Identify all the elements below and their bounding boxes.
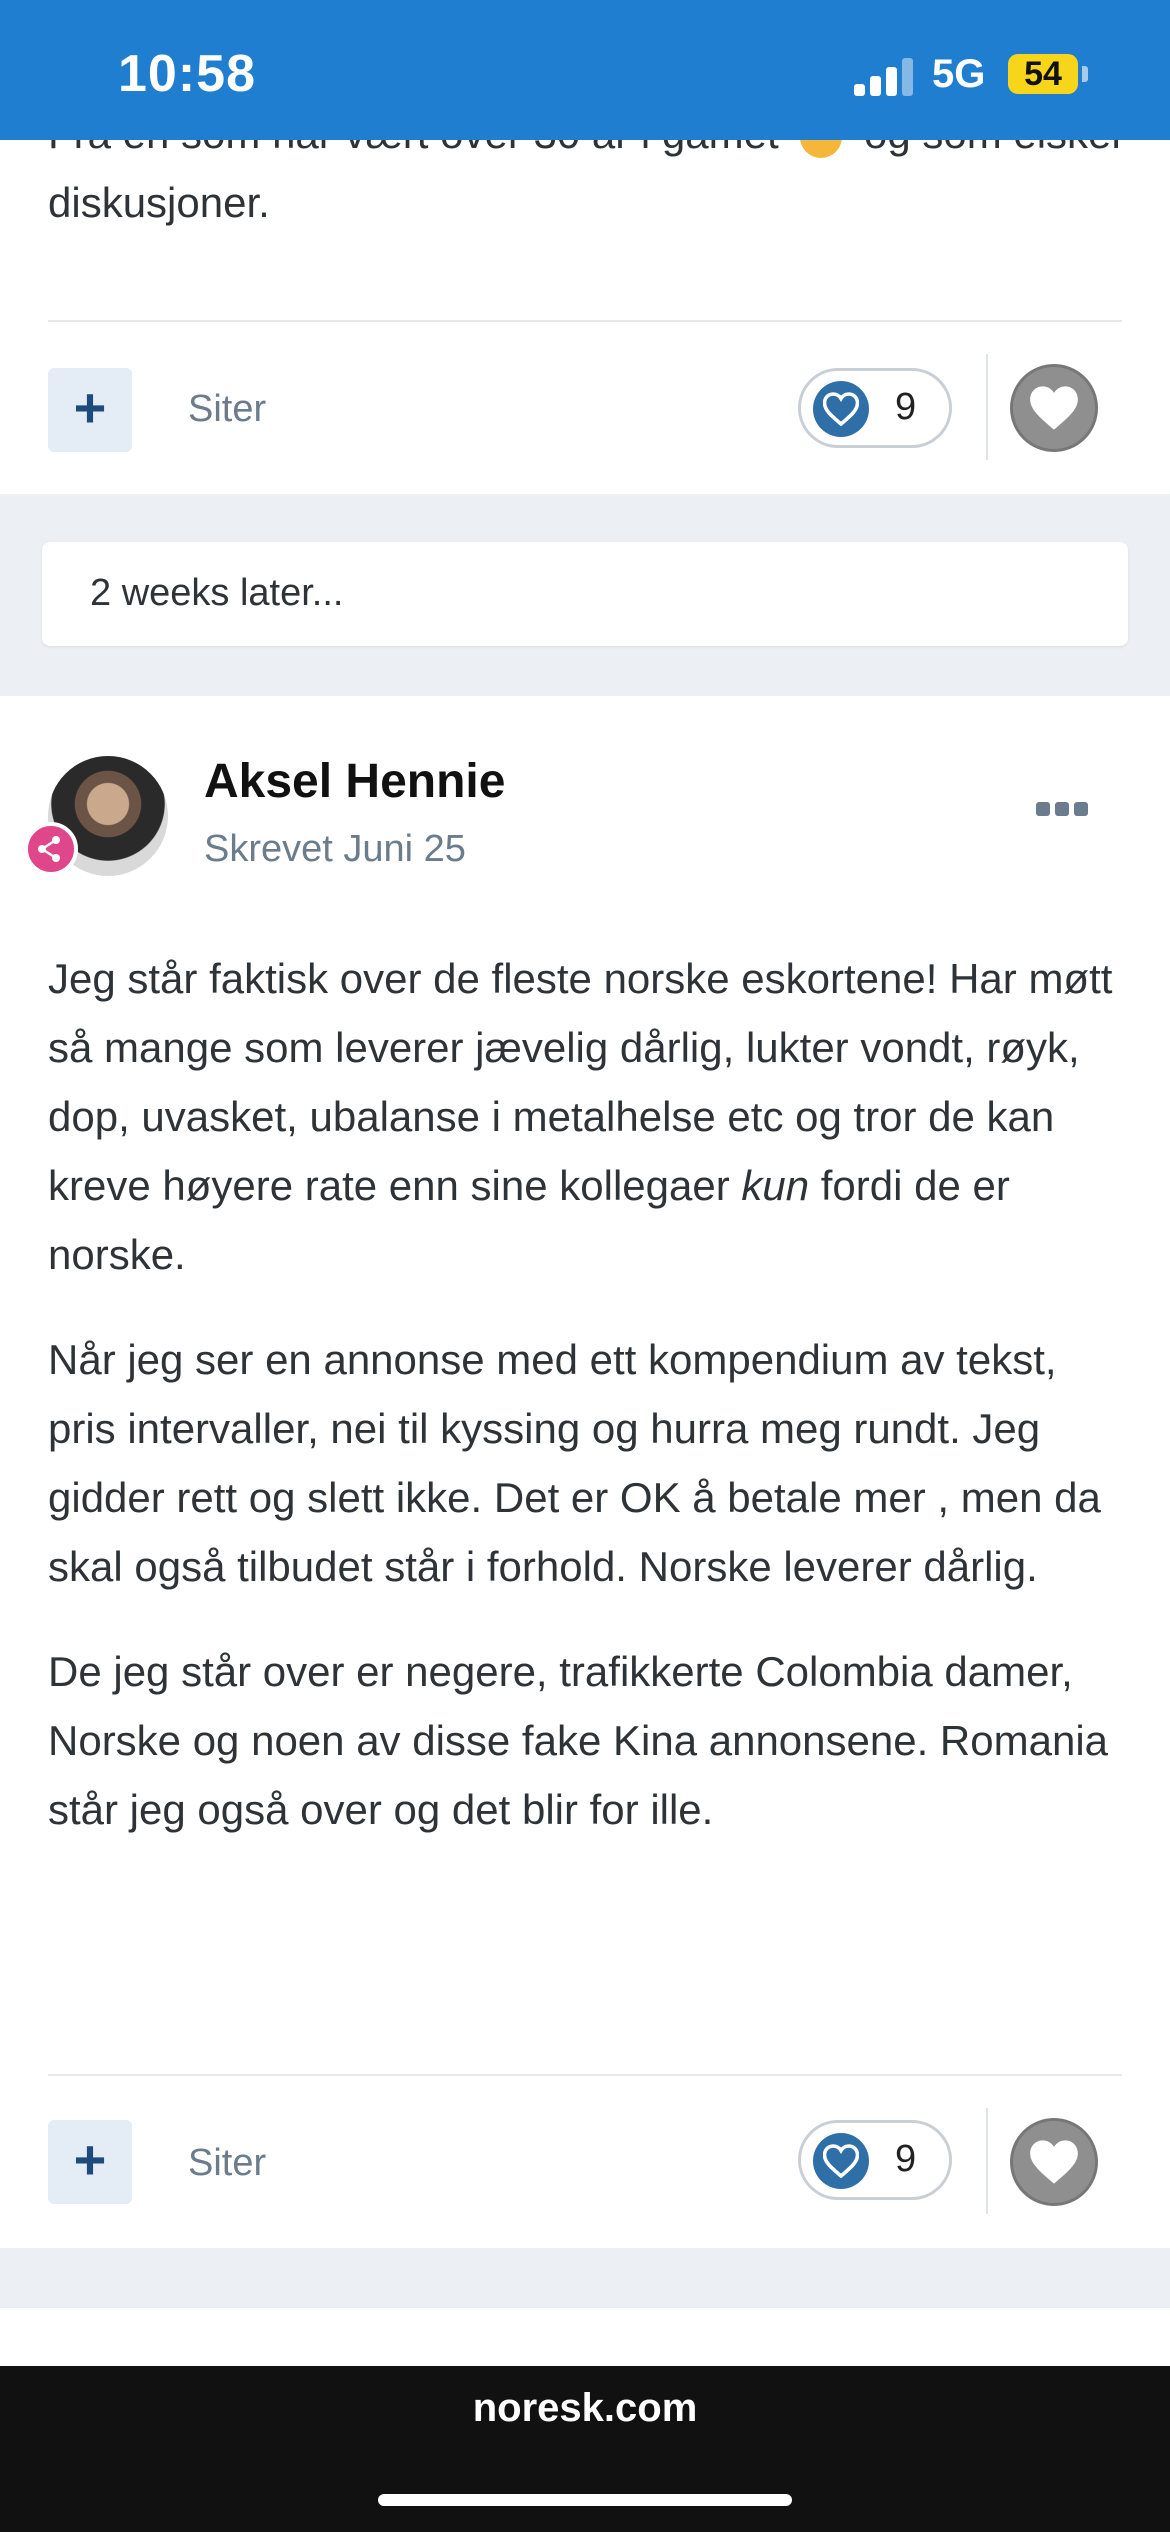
home-indicator[interactable]	[378, 2494, 792, 2506]
like-button[interactable]	[1010, 2118, 1098, 2206]
like-heart-icon	[1030, 386, 1078, 430]
reaction-count: 9	[895, 386, 917, 428]
plus-button[interactable]: +	[48, 368, 132, 452]
post-body: Jeg står faktisk over de fleste norske e…	[48, 944, 1128, 1844]
signal-icon	[854, 56, 914, 96]
post-divider	[48, 2074, 1122, 2076]
heart-reaction-icon	[813, 2133, 869, 2189]
post-divider	[48, 320, 1122, 322]
plus-button[interactable]: +	[48, 2120, 132, 2204]
next-post-peek	[0, 2308, 1170, 2368]
battery-icon: 54	[1008, 54, 1078, 94]
battery-tip	[1082, 66, 1088, 82]
status-time: 10:58	[118, 45, 256, 103]
post-emphasis: kun	[741, 1162, 810, 1209]
previous-post-text-line2: diskusjoner.	[48, 179, 270, 226]
action-divider	[986, 354, 988, 460]
browser-address-bar[interactable]: noresk.com	[0, 2366, 1170, 2532]
post-paragraph: De jeg står over er negere, trafikkerte …	[48, 1648, 1109, 1833]
post-paragraph: Jeg står faktisk over de fleste norske e…	[48, 944, 1128, 1289]
share-badge-icon	[24, 822, 78, 876]
action-divider	[986, 2108, 988, 2214]
time-gap-label: 2 weeks later...	[90, 572, 344, 614]
reaction-count: 9	[895, 2138, 917, 2180]
reaction-count-button[interactable]: 9	[798, 368, 952, 448]
time-gap-separator: 2 weeks later...	[42, 542, 1128, 646]
network-type: 5G	[932, 52, 986, 96]
like-heart-icon	[1030, 2140, 1078, 2184]
heart-reaction-icon	[813, 381, 869, 437]
url-label[interactable]: noresk.com	[0, 2386, 1170, 2431]
author-name[interactable]: Aksel Hennie	[204, 754, 505, 809]
quote-button[interactable]: Siter	[188, 2142, 266, 2185]
like-button[interactable]	[1010, 364, 1098, 452]
quote-button[interactable]: Siter	[188, 388, 266, 431]
post-paragraph: Når jeg ser en annonse med ett kompendiu…	[48, 1336, 1101, 1590]
post-date[interactable]: Skrevet Juni 25	[204, 828, 466, 871]
status-bar: 10:58 5G 54	[0, 0, 1170, 140]
reaction-count-button[interactable]: 9	[798, 2120, 952, 2200]
more-options-icon[interactable]	[1036, 802, 1088, 818]
